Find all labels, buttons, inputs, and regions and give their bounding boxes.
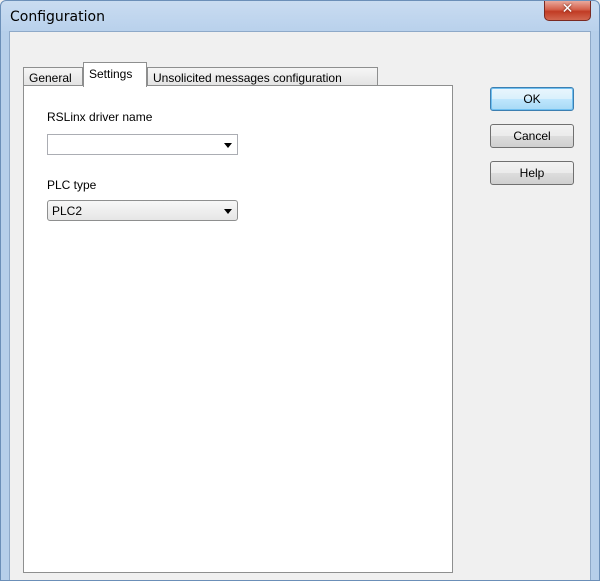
close-icon: ✕: [561, 1, 574, 17]
plc-type-value: PLC2: [52, 204, 83, 218]
configuration-dialog: Configuration ✕ General Settings Unsolic…: [0, 0, 600, 581]
plc-type-select[interactable]: PLC2: [47, 200, 238, 221]
settings-panel: RSLinx driver name PLC type PLC2: [23, 85, 453, 573]
help-button[interactable]: Help: [490, 161, 574, 185]
tab-general-label: General: [29, 71, 72, 85]
tab-unsolicited-messages[interactable]: Unsolicited messages configuration: [147, 67, 378, 86]
close-button[interactable]: ✕: [544, 1, 591, 21]
driver-name-combo[interactable]: [47, 134, 238, 155]
tab-general[interactable]: General: [23, 67, 83, 86]
chevron-down-icon: [224, 143, 232, 148]
window-title: Configuration: [10, 9, 105, 25]
plc-type-label: PLC type: [47, 178, 97, 192]
chevron-down-icon: [224, 209, 232, 214]
driver-name-label: RSLinx driver name: [47, 110, 153, 124]
ok-button[interactable]: OK: [490, 87, 574, 111]
title-bar[interactable]: Configuration ✕: [1, 1, 599, 31]
tab-settings-label: Settings: [89, 67, 133, 81]
help-button-label: Help: [519, 166, 545, 180]
tab-unsolicited-messages-label: Unsolicited messages configuration: [153, 71, 342, 85]
tab-settings[interactable]: Settings: [83, 62, 147, 87]
cancel-button-label: Cancel: [513, 129, 551, 143]
cancel-button[interactable]: Cancel: [490, 124, 574, 148]
ok-button-label: OK: [523, 92, 541, 106]
